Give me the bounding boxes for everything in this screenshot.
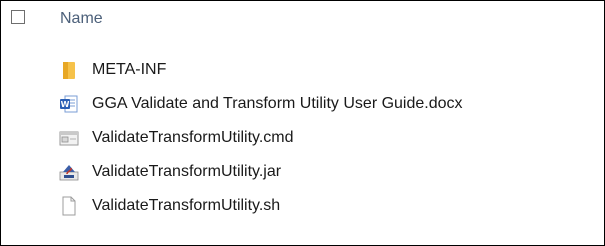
command-script-icon <box>59 128 79 148</box>
file-explorer-panel: Name META-INF W GGA Validate and Transfo… <box>0 0 605 246</box>
folder-icon <box>59 60 79 80</box>
file-list: META-INF W GGA Validate and Transform Ut… <box>1 53 604 223</box>
java-archive-icon <box>59 162 79 182</box>
word-document-icon: W <box>59 94 79 114</box>
file-name: META-INF <box>92 61 167 78</box>
file-name: ValidateTransformUtility.jar <box>92 163 282 180</box>
file-name: GGA Validate and Transform Utility User … <box>92 95 463 112</box>
select-all-checkbox[interactable] <box>11 10 25 24</box>
list-item-jar[interactable]: ValidateTransformUtility.jar <box>1 155 604 189</box>
svg-text:W: W <box>61 100 70 109</box>
list-item-cmd[interactable]: ValidateTransformUtility.cmd <box>1 121 604 155</box>
generic-file-icon <box>59 196 79 216</box>
list-item-user-guide-docx[interactable]: W GGA Validate and Transform Utility Use… <box>1 87 604 121</box>
file-name: ValidateTransformUtility.sh <box>92 197 281 214</box>
list-item-sh[interactable]: ValidateTransformUtility.sh <box>1 189 604 223</box>
column-header-name[interactable]: Name <box>60 9 103 29</box>
list-item-meta-inf[interactable]: META-INF <box>1 53 604 87</box>
file-name: ValidateTransformUtility.cmd <box>92 129 294 146</box>
